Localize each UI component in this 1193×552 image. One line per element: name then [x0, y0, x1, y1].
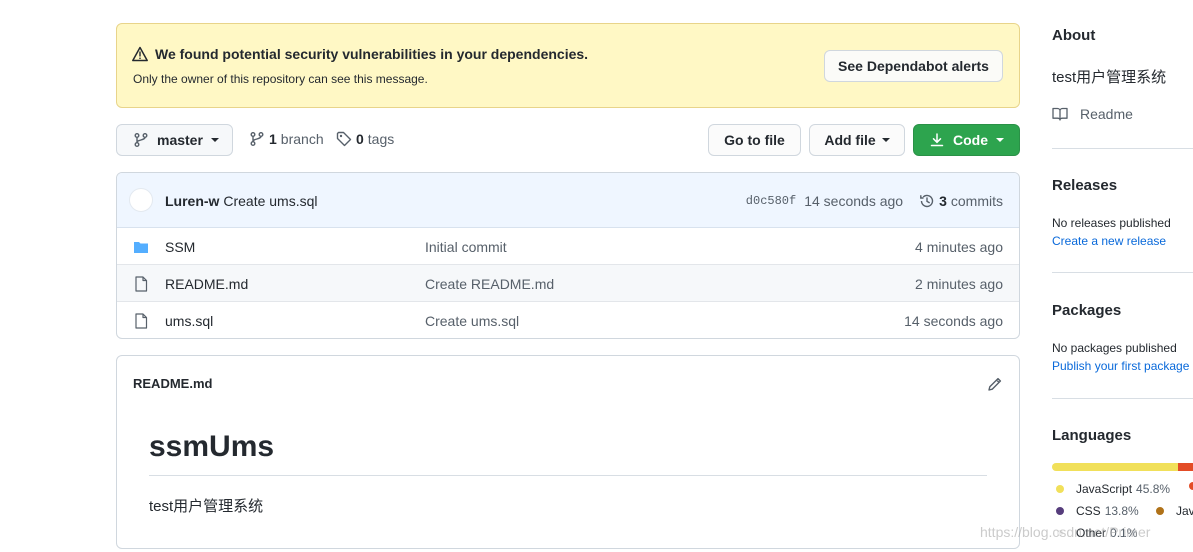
- file-icon: [135, 276, 148, 292]
- pencil-icon[interactable]: [987, 376, 1003, 392]
- file-commit-message[interactable]: Initial commit: [425, 239, 507, 255]
- branches-link[interactable]: 1 branch: [249, 131, 324, 147]
- latest-commit-message: Luren-w Create ums.sql: [165, 193, 318, 209]
- language-css[interactable]: CSS 13.8%: [1056, 504, 1139, 518]
- repo-description: test用户管理系统: [1052, 69, 1167, 86]
- git-branch-icon: [134, 133, 148, 147]
- sidebar-divider: [1052, 272, 1193, 273]
- language-percent: 45.8%: [1136, 482, 1171, 496]
- table-row[interactable]: README.md Create README.md 2 minutes ago: [117, 265, 1019, 302]
- create-release-link[interactable]: Create a new release: [1052, 234, 1166, 248]
- readme-panel: README.md ssmUms test用户管理系统: [116, 355, 1020, 549]
- file-icon: [135, 313, 148, 329]
- releases-title[interactable]: Releases: [1052, 177, 1117, 194]
- about-title: About: [1052, 27, 1096, 44]
- table-row[interactable]: ums.sql Create ums.sql 14 seconds ago: [117, 302, 1019, 338]
- alert-subtitle: Only the owner of this repository can se…: [133, 72, 428, 86]
- commit-sha[interactable]: d0c580f: [746, 194, 796, 208]
- language-percent: 13.8%: [1104, 504, 1139, 518]
- security-alert: We found potential security vulnerabilit…: [116, 23, 1020, 108]
- code-button[interactable]: Code: [913, 124, 1020, 156]
- packages-title[interactable]: Packages: [1052, 302, 1121, 319]
- readme-divider: [149, 475, 987, 476]
- commits-label: commits: [950, 193, 1003, 209]
- language-bar-segment-other: [1178, 463, 1193, 471]
- branch-count: 1: [269, 131, 277, 147]
- repo-sidebar: About test用户管理系统 Readme Releases No rele…: [1052, 0, 1193, 552]
- add-file-button[interactable]: Add file: [809, 124, 905, 156]
- code-label: Code: [953, 132, 988, 148]
- sidebar-divider: [1052, 148, 1193, 149]
- readme-link-label: Readme: [1080, 106, 1133, 122]
- chevron-down-icon: [210, 138, 219, 142]
- see-dependabot-alerts-button[interactable]: See Dependabot alerts: [824, 50, 1003, 82]
- language-bar: [1052, 463, 1193, 471]
- tags-link[interactable]: 0 tags: [336, 131, 394, 147]
- language-name: CSS: [1076, 504, 1101, 518]
- readme-link[interactable]: Readme: [1052, 106, 1133, 122]
- language-dot: [1189, 482, 1193, 490]
- branch-label: branch: [280, 131, 324, 147]
- file-table: Luren-w Create ums.sql d0c580f 14 second…: [116, 172, 1020, 339]
- tag-icon: [336, 131, 352, 147]
- go-to-file-button[interactable]: Go to file: [708, 124, 801, 156]
- alert-title: We found potential security vulnerabilit…: [131, 46, 588, 62]
- add-file-label: Add file: [824, 132, 876, 148]
- table-row[interactable]: SSM Initial commit 4 minutes ago: [117, 228, 1019, 265]
- branch-name: master: [157, 132, 203, 148]
- packages-text: No packages published: [1052, 341, 1177, 355]
- readme-body: test用户管理系统: [149, 498, 264, 515]
- language-next[interactable]: [1189, 482, 1193, 490]
- history-icon: [920, 194, 934, 208]
- readme-file-label[interactable]: README.md: [133, 376, 212, 391]
- chevron-down-icon: [881, 138, 890, 142]
- language-dot: [1056, 485, 1064, 493]
- language-java[interactable]: Jav: [1156, 504, 1193, 518]
- commit-meta: d0c580f 14 seconds ago 3 commits: [746, 193, 1003, 209]
- releases-text: No releases published: [1052, 216, 1171, 230]
- publish-package-link[interactable]: Publish your first package: [1052, 359, 1189, 373]
- latest-commit-row: Luren-w Create ums.sql d0c580f 14 second…: [117, 173, 1019, 228]
- file-age: 4 minutes ago: [915, 239, 1003, 255]
- commit-text[interactable]: Create ums.sql: [223, 193, 317, 209]
- file-age: 14 seconds ago: [904, 313, 1003, 329]
- file-commit-message[interactable]: Create ums.sql: [425, 313, 519, 329]
- commits-link[interactable]: 3 commits: [919, 193, 1003, 209]
- folder-icon: [134, 242, 148, 253]
- commit-time: 14 seconds ago: [804, 193, 904, 209]
- file-name[interactable]: ums.sql: [165, 313, 213, 329]
- commit-count: 3: [939, 193, 947, 209]
- language-javascript[interactable]: JavaScript 45.8%: [1056, 482, 1170, 496]
- avatar[interactable]: [129, 188, 153, 212]
- sidebar-divider: [1052, 398, 1193, 399]
- git-branch-icon: [250, 132, 264, 146]
- languages-title: Languages: [1052, 427, 1132, 444]
- language-name: Jav: [1176, 504, 1193, 518]
- chevron-down-icon: [996, 138, 1004, 142]
- language-name: JavaScript: [1076, 482, 1133, 496]
- commit-author[interactable]: Luren-w: [165, 193, 219, 209]
- branch-select-button[interactable]: master: [116, 124, 233, 156]
- readme-heading: ssmUms: [149, 430, 275, 463]
- tag-label: tags: [367, 131, 395, 147]
- file-commit-message[interactable]: Create README.md: [425, 276, 554, 292]
- tag-count: 0: [356, 131, 364, 147]
- file-name[interactable]: README.md: [165, 276, 248, 292]
- language-dot: [1156, 507, 1164, 515]
- alert-title-text: We found potential security vulnerabilit…: [155, 46, 589, 62]
- language-bar-segment-javascript: [1052, 463, 1179, 471]
- download-icon: [930, 133, 944, 147]
- file-age: 2 minutes ago: [915, 276, 1003, 292]
- language-dot: [1056, 507, 1064, 515]
- warning-icon: [132, 46, 148, 62]
- book-icon: [1052, 107, 1068, 121]
- file-name[interactable]: SSM: [165, 239, 195, 255]
- watermark: https://blog.csdn.net/Primer: [980, 524, 1151, 540]
